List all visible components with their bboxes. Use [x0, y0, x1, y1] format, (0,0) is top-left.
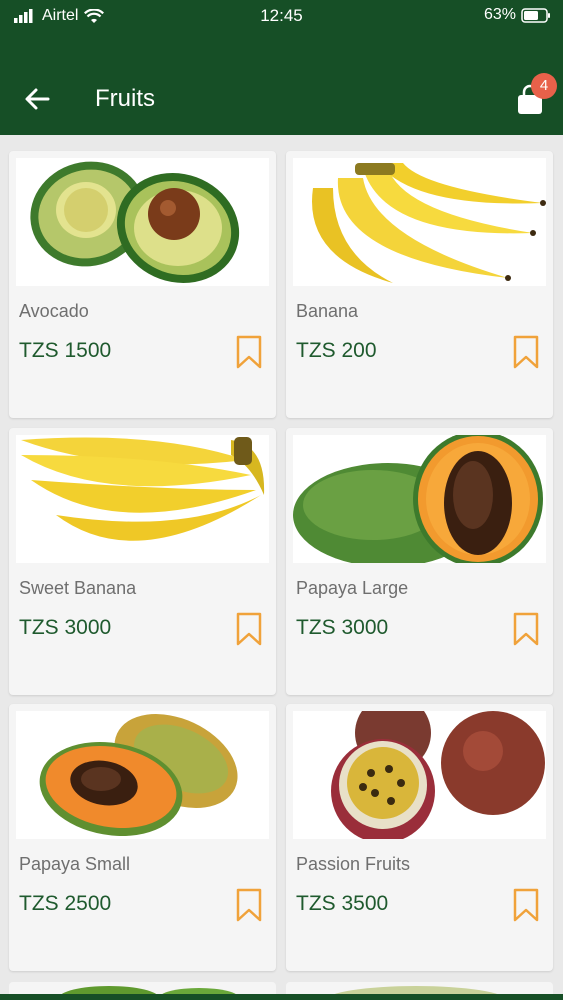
product-name: Papaya Small	[19, 854, 131, 874]
product-card-banana[interactable]: Banana TZS 200	[286, 151, 553, 418]
product-price: TZS 2500	[19, 892, 112, 915]
papaya-large-image	[293, 435, 546, 563]
product-price: TZS 3000	[296, 616, 389, 639]
passion-fruit-image	[293, 711, 546, 839]
product-card-papaya-large[interactable]: Papaya Large TZS 3000	[286, 428, 553, 695]
battery-percent: 63%	[483, 6, 516, 23]
cart-count-badge: 4	[531, 73, 557, 99]
app-bar: Airtel 12:45 63% Fruits 4	[0, 0, 563, 135]
product-name: Avocado	[19, 301, 89, 321]
bottom-edge	[0, 994, 563, 1000]
status-time: 12:45	[260, 6, 303, 25]
battery-icon	[521, 7, 550, 23]
sweet-banana-image	[16, 435, 269, 563]
product-name: Banana	[296, 301, 359, 321]
product-price: TZS 3000	[19, 616, 112, 639]
product-price: TZS 1500	[19, 339, 112, 362]
status-bar: Airtel 12:45 63%	[0, 0, 563, 32]
bookmark-icon[interactable]	[512, 888, 540, 922]
toolbar: Fruits	[0, 72, 563, 128]
bookmark-icon[interactable]	[512, 612, 540, 646]
product-card-avocado[interactable]: Avocado TZS 1500	[9, 151, 276, 418]
bookmark-icon[interactable]	[235, 612, 263, 646]
bookmark-icon[interactable]	[235, 888, 263, 922]
product-card-papaya-small[interactable]: Papaya Small TZS 2500	[9, 704, 276, 971]
product-card-sweet-banana[interactable]: Sweet Banana TZS 3000	[9, 428, 276, 695]
avocado-image	[16, 158, 269, 286]
banana-image	[293, 158, 546, 286]
product-name: Papaya Large	[296, 578, 409, 598]
status-right: 63%	[484, 6, 551, 24]
product-name: Sweet Banana	[19, 578, 137, 598]
product-price: TZS 3500	[296, 892, 389, 915]
bookmark-icon[interactable]	[512, 335, 540, 369]
product-name: Passion Fruits	[296, 854, 411, 874]
papaya-small-image	[16, 711, 269, 839]
product-price: TZS 200	[296, 339, 377, 362]
bookmark-icon[interactable]	[235, 335, 263, 369]
arrow-left-icon[interactable]	[22, 84, 52, 114]
page-title: Fruits	[95, 85, 155, 112]
product-card-passion-fruits[interactable]: Passion Fruits TZS 3500	[286, 704, 553, 971]
